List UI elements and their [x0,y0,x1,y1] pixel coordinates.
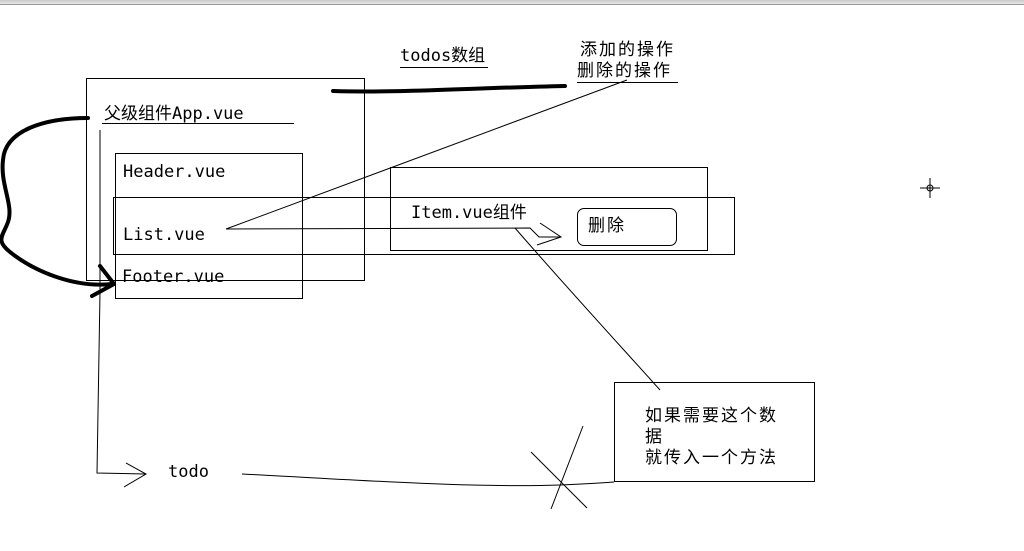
note-text: 如果需要这个数 据 就传入一个方法 [645,406,778,469]
note-line-1: 如果需要这个数 [645,406,778,426]
item-component-label: Item.vue组件 [411,203,527,223]
header-component-label: Header.vue [123,162,226,182]
cross-mark [530,425,588,510]
arrowhead-todo [123,462,148,488]
footer-component-label: Footer.vue [122,267,225,287]
todos-array-title: todos数组 [400,46,489,68]
footer-strike-line [116,280,365,281]
arrowhead-item [536,222,563,246]
thick-arrowhead [90,264,116,298]
list-component-label: List.vue [123,225,205,245]
note-line-2: 据 [645,427,664,447]
line-item-to-note [514,227,661,391]
arrow-list-to-item [225,227,561,238]
note-line-3: 就传入一个方法 [645,448,778,468]
thick-underline [331,84,567,94]
todo-label: todo [168,462,209,482]
thick-curve-arrow [0,116,114,287]
delete-button-label: 删除 [588,216,626,236]
app-label-underline [102,123,294,124]
delete-operation-label: 删除的操作 [577,61,678,83]
app-component-label: 父级组件App.vue [104,104,244,124]
add-operation-label: 添加的操作 [580,40,675,60]
crosshair-cursor-icon [920,178,940,198]
